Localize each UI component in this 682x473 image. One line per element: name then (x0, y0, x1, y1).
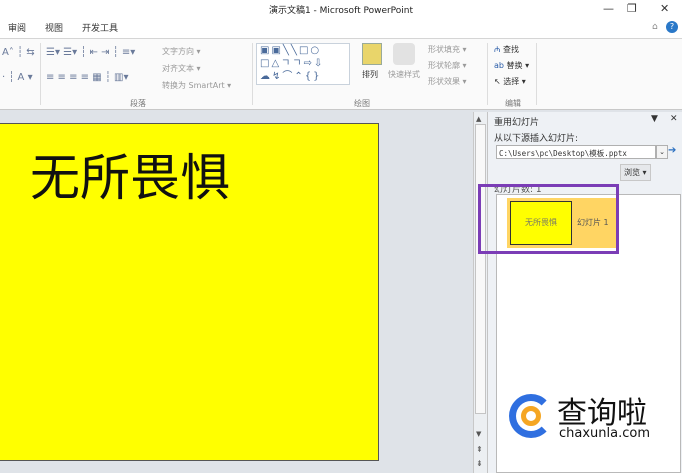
collapse-ribbon-icon[interactable]: ⌂ (652, 22, 658, 32)
close-button[interactable]: ✕ (660, 2, 669, 15)
tab-developer[interactable]: 开发工具 (82, 21, 118, 34)
align-icons[interactable]: ≡ ≡ ≡ ≡ ▦ ┆ ▥▾ (46, 72, 129, 83)
find-button[interactable]: ₼ 查找 (494, 44, 519, 55)
select-label: 选择 ▾ (503, 77, 526, 86)
group-label-editing: 编辑 (505, 99, 521, 108)
scroll-up-icon[interactable]: ▲ (476, 115, 481, 123)
restore-button[interactable]: ❐ (627, 2, 637, 15)
quick-styles-icon[interactable] (393, 43, 415, 65)
browse-button[interactable]: 浏览 ▾ (620, 164, 651, 181)
window-title: 演示文稿1 - Microsoft PowerPoint (268, 6, 414, 16)
group-label-drawing: 绘图 (354, 99, 370, 108)
shape-effects-button[interactable]: 形状效果 ▾ (428, 76, 467, 87)
replace-label: 替换 ▾ (506, 61, 530, 70)
cursor-icon: ↖ (494, 77, 504, 86)
tab-review[interactable]: 审阅 (8, 21, 26, 34)
scroll-thumb[interactable] (475, 124, 486, 414)
font-size-icon[interactable]: A˄ ┆ ⇆ (2, 47, 35, 58)
ribbon: A˄ ┆ ⇆ · ┆ A ▾ ☰▾ ☰▾ ┆ ⇤ ⇥ ┆ ≡▾ ≡ ≡ ≡ ≡ … (0, 38, 682, 110)
convert-smartart-button[interactable]: 转换为 SmartArt ▾ (162, 80, 231, 91)
path-dropdown-icon[interactable]: ⌄ (656, 145, 668, 159)
prev-slide-icon[interactable]: ⇞ (476, 445, 483, 454)
help-icon[interactable]: ? (666, 21, 678, 33)
binoculars-icon: ₼ (494, 45, 504, 54)
insert-from-label: 从以下源插入幻灯片: (494, 134, 579, 144)
next-slide-icon[interactable]: ⇟ (476, 459, 483, 468)
tab-view[interactable]: 视图 (45, 21, 63, 34)
watermark-url: chaxunla.com (559, 426, 650, 441)
go-arrow-icon[interactable]: ➔ (668, 145, 676, 156)
replace-button[interactable]: ab 替换 ▾ (494, 60, 529, 71)
quick-styles-button[interactable]: 快速样式 (388, 69, 420, 80)
scroll-down-icon[interactable]: ▼ (476, 430, 481, 438)
arrange-icon[interactable] (362, 43, 382, 65)
pane-menu-icon[interactable]: ▼ (651, 114, 658, 124)
list-icons[interactable]: ☰▾ ☰▾ ┆ ⇤ ⇥ ┆ ≡▾ (46, 47, 135, 58)
ribbon-tabs: 审阅 视图 开发工具 ⌂ ? (0, 18, 682, 38)
pane-title: 重用幻灯片 (494, 118, 540, 128)
font-color-icon[interactable]: · ┆ A ▾ (2, 72, 33, 83)
group-label-paragraph: 段落 (130, 99, 146, 108)
pane-close-icon[interactable]: ✕ (670, 114, 678, 124)
text-direction-button[interactable]: 文字方向 ▾ (162, 46, 201, 57)
arrange-button[interactable]: 排列 (362, 69, 378, 80)
select-button[interactable]: ↖ 选择 ▾ (494, 76, 526, 87)
shape-outline-button[interactable]: 形状轮廓 ▾ (428, 60, 467, 71)
shape-fill-button[interactable]: 形状填充 ▾ (428, 44, 467, 55)
find-label: 查找 (503, 45, 520, 54)
shapes-gallery[interactable]: ▣▣╲╲□○ □△ㄱㄱ⇨⇩ ☁↯⌒⌃{} (256, 43, 350, 85)
watermark-magnifier-icon (521, 406, 541, 426)
highlight-box (478, 184, 619, 254)
source-path-input[interactable]: C:\Users\pc\Desktop\模板.pptx (496, 145, 656, 159)
replace-icon: ab (494, 61, 507, 70)
align-text-button[interactable]: 对齐文本 ▾ (162, 63, 201, 74)
reuse-slides-pane: 重用幻灯片 ▼ ✕ 从以下源插入幻灯片: C:\Users\pc\Desktop… (487, 112, 682, 473)
vertical-scrollbar[interactable]: ▲ ▼ ⇞ ⇟ (473, 112, 487, 473)
minimize-button[interactable]: — (603, 2, 614, 15)
title-bar: 演示文稿1 - Microsoft PowerPoint — ❐ ✕ (0, 0, 682, 18)
slide-text[interactable]: 无所畏惧 (30, 138, 230, 210)
